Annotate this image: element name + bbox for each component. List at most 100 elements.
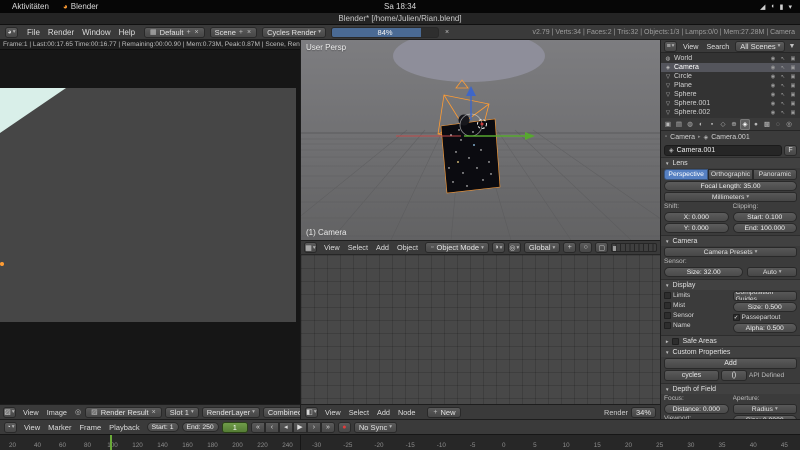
visibility-eye-icon[interactable]: ◉ [769,65,777,71]
object-name[interactable]: Sphere.001 [674,100,767,107]
dof-distance-field[interactable]: Distance: 0.000 [664,404,729,414]
layers-widget[interactable] [611,243,658,252]
properties-tab-icon[interactable]: ◌ [773,119,783,130]
render-layer-select[interactable]: RenderLayer ▾ [201,406,260,418]
render-pass-select[interactable]: Combined▾ [262,406,300,418]
image-editor-canvas[interactable] [0,50,300,404]
plus-icon[interactable]: + [238,29,244,36]
editor-type-button[interactable]: ≡ ▾ [664,40,677,52]
menu-item[interactable]: Render [44,28,78,37]
prev-keyframe-button[interactable]: ‹ [264,421,279,433]
menu-item[interactable]: File [23,28,44,37]
menu-item[interactable]: View [679,42,702,51]
object-name[interactable]: Sphere.002 [674,109,767,116]
app-menu[interactable]: ◕ Blender [63,2,98,11]
render-toggle-icon[interactable]: ▣ [789,74,797,80]
panel-header-display[interactable]: ▼ Display [661,279,800,290]
outliner-item[interactable]: ◍ World ◉ ↖ ▣ [661,54,800,63]
close-icon[interactable]: × [246,29,252,36]
menu-item[interactable]: Select [344,243,372,252]
composition-guides-select[interactable]: Composition Guides [732,291,797,301]
object-name[interactable]: Circle [674,73,767,80]
slot-select[interactable]: Slot 1 ▾ [164,406,199,418]
properties-tab-icon[interactable]: ◈ [740,118,750,130]
panel-header-lens[interactable]: ▼ Lens [661,157,800,168]
menu-item[interactable]: Add [373,408,394,417]
clip-start-field[interactable]: Start: 0.100 [732,212,797,222]
selectability-cursor-icon[interactable]: ↖ [779,92,787,98]
window-titlebar[interactable]: Blender* [/home/Julien/Rian.blend] [0,13,800,25]
properties-tab-icon[interactable]: ▪ [707,119,717,130]
lens-unit-select[interactable]: Millimeters ▾ [664,192,797,202]
custom-prop-value[interactable]: () [720,370,747,381]
draw-size-field[interactable]: Size: 0.500 [732,302,797,312]
selectability-cursor-icon[interactable]: ↖ [779,101,787,107]
menu-item[interactable]: View [320,243,344,252]
menu-item[interactable]: Image [43,408,71,417]
chevron-down-icon[interactable]: ▾ [788,3,792,11]
scene-select[interactable]: Scene + × [209,26,258,38]
screen-layout-select[interactable]: ▦ Default + × [144,26,205,38]
next-keyframe-button[interactable]: › [306,421,321,433]
current-frame-field[interactable]: 1 [221,421,248,433]
frame-start-field[interactable]: Start: 1 [146,422,179,432]
panel-header-dof[interactable]: ▼ Depth of Field [661,383,800,394]
render-engine-select[interactable]: Cycles Render ▾ [262,26,327,38]
menu-item[interactable]: Playback [105,423,143,432]
object-name[interactable]: Plane [674,82,767,89]
transform-orientation-select[interactable]: Global ▾ [523,242,561,253]
menu-item[interactable]: Help [115,28,139,37]
breadcrumb-data[interactable]: Camera.001 [711,134,750,141]
display-toggle[interactable]: Sensor [664,311,729,320]
menu-item[interactable]: Frame [75,423,105,432]
close-icon[interactable]: × [151,409,157,416]
visibility-eye-icon[interactable]: ◉ [769,101,777,107]
menu-item[interactable]: Add [372,243,393,252]
activities-button[interactable]: Aktivitäten [8,2,53,11]
pivot-center-button[interactable]: ◎ ▾ [507,242,521,253]
custom-prop-key[interactable]: cycles [664,370,719,381]
new-datablock-button[interactable]: + New [427,406,461,418]
menu-item[interactable]: Node [394,408,419,417]
interaction-mode-select[interactable]: ▫ Object Mode ▾ [425,242,489,253]
jump-end-button[interactable]: » [320,421,335,433]
properties-tab-icon[interactable]: ▣ [663,119,673,130]
object-name[interactable]: Camera [674,64,767,71]
cancel-render-icon[interactable]: × [444,29,450,36]
properties-tab-icon[interactable]: ◎ [784,119,794,130]
render-toggle-icon[interactable]: ▣ [789,110,797,116]
visibility-eye-icon[interactable]: ◉ [769,83,777,89]
frame-end-field[interactable]: End: 250 [181,422,219,432]
render-toggle-icon[interactable]: ▣ [789,92,797,98]
sync-mode-select[interactable]: No Sync ▾ [353,421,398,433]
visibility-eye-icon[interactable]: ◉ [769,110,777,116]
menu-item[interactable]: Window [78,28,114,37]
outliner-item[interactable]: ▽ Sphere.001 ◉ ↖ ▣ [661,99,800,108]
sensor-size-field[interactable]: Size: 32.00 [664,267,744,277]
render-toggle-icon[interactable]: ▣ [789,65,797,71]
volume-icon[interactable]: ◖ [770,3,774,11]
passepartout-alpha-field[interactable]: Alpha: 0.500 [732,323,797,333]
properties-tab-icon[interactable]: ◍ [685,119,695,130]
shift-y-field[interactable]: Y: 0.000 [664,223,729,233]
properties-tab-icon[interactable]: ◐ [696,119,706,130]
properties-tab-icon[interactable]: ◇ [718,119,728,130]
shift-x-field[interactable]: X: 0.000 [664,212,729,222]
properties-tab-icon[interactable]: ● [751,119,761,130]
selectability-cursor-icon[interactable]: ↖ [779,110,787,116]
safe-areas-checkbox[interactable] [672,337,680,345]
menu-item[interactable]: Select [345,408,373,417]
lens-type-tab[interactable]: Perspective [664,169,709,180]
render-percent-slider[interactable]: 34% [630,406,656,418]
image-datablock-select[interactable]: ▨ Render Result × [85,406,162,418]
panel-header-safe-areas[interactable]: ► Safe Areas [661,335,800,346]
menu-item[interactable]: Object [393,243,422,252]
panel-header-custom-properties[interactable]: ▼ Custom Properties [661,346,800,357]
object-name[interactable]: Sphere [674,91,767,98]
render-toggle-icon[interactable]: ▣ [789,101,797,107]
viewport-shading-button[interactable]: ◑ ▾ [491,242,505,253]
menu-item[interactable]: View [321,408,345,417]
selectability-cursor-icon[interactable]: ↖ [779,56,787,62]
add-property-button[interactable]: Add [664,358,797,369]
jump-start-button[interactable]: « [250,421,265,433]
